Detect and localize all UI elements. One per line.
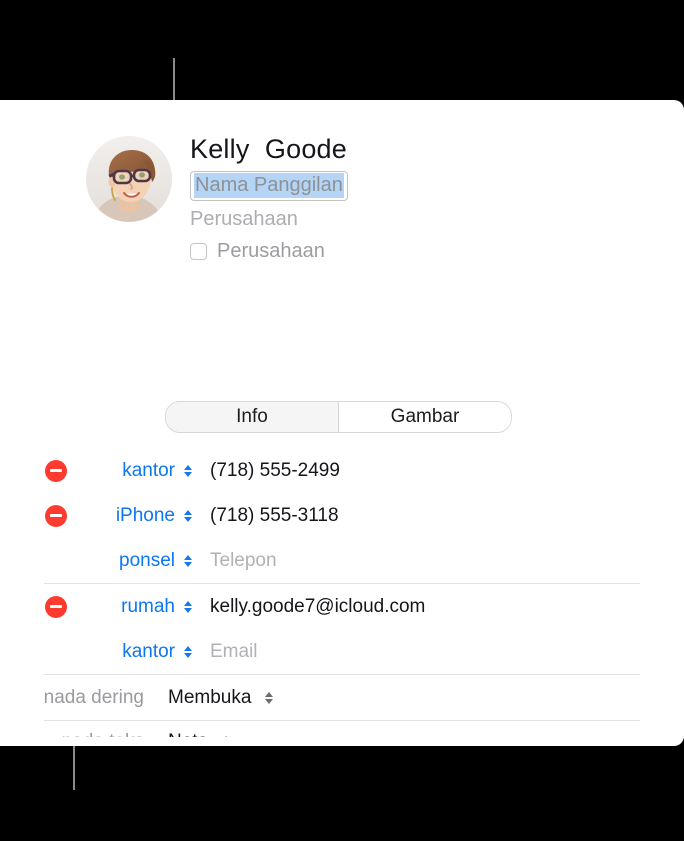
contact-editor-window: Kelly Goode Nama Panggilan Perusahaan Pe… — [0, 100, 684, 746]
table-row[interactable]: nada dering Membuka — [0, 675, 684, 720]
tab-info[interactable]: Info — [166, 402, 339, 432]
chevron-updown-icon[interactable] — [216, 735, 236, 737]
field-value-email-2[interactable]: Email — [210, 641, 258, 663]
field-label-rumah-email[interactable]: rumah — [78, 596, 178, 618]
name-block: Kelly Goode Nama Panggilan Perusahaan Pe… — [190, 132, 610, 263]
delete-field-icon[interactable] — [45, 459, 67, 482]
field-label-kantor-phone[interactable]: kantor — [78, 460, 178, 482]
nickname-input[interactable]: Nama Panggilan — [190, 171, 348, 201]
field-value-ringtone[interactable]: Membuka — [168, 687, 251, 709]
field-label-kantor-email[interactable]: kantor — [78, 641, 178, 663]
delete-field-icon[interactable] — [45, 504, 67, 527]
segmented-tab-bar: Info Gambar — [165, 401, 512, 433]
table-row[interactable]: kantor Email — [0, 629, 684, 674]
delete-slot[interactable] — [34, 459, 78, 482]
tab-info-label: Info — [236, 406, 268, 427]
contact-name: Kelly Goode — [190, 134, 347, 164]
chevron-updown-icon[interactable] — [178, 600, 198, 613]
field-label-texttone: nada teks — [0, 731, 144, 738]
company-checkbox[interactable] — [190, 242, 207, 260]
chevron-updown-icon[interactable] — [178, 464, 198, 477]
table-row-clipped[interactable]: nada teks Nota — [0, 721, 684, 737]
chevron-updown-icon[interactable] — [178, 645, 198, 658]
field-value-texttone[interactable]: Nota — [168, 731, 208, 738]
table-row[interactable]: rumah kelly.goode7@icloud.com — [0, 584, 684, 629]
company-checkbox-label: Perusahaan — [217, 240, 325, 262]
field-value-phone-2[interactable]: (718) 555-3118 — [210, 505, 339, 527]
company-checkbox-row[interactable]: Perusahaan — [190, 239, 610, 263]
field-label-iphone[interactable]: iPhone — [78, 505, 178, 527]
company-input[interactable]: Perusahaan — [190, 207, 610, 232]
nickname-input-text: Nama Panggilan — [194, 173, 344, 198]
field-label-ringtone: nada dering — [43, 686, 144, 708]
field-label-ponsel[interactable]: ponsel — [78, 550, 178, 572]
chevron-updown-icon[interactable] — [259, 691, 279, 704]
avatar[interactable] — [86, 136, 172, 222]
chevron-updown-icon[interactable] — [178, 554, 198, 567]
chevron-updown-icon[interactable] — [178, 509, 198, 522]
table-row[interactable]: ponsel Telepon — [0, 538, 684, 583]
field-value-email-1[interactable]: kelly.goode7@icloud.com — [210, 596, 425, 618]
delete-field-icon[interactable] — [45, 595, 67, 618]
delete-slot[interactable] — [34, 504, 78, 527]
table-row[interactable]: kantor (718) 555-2499 — [0, 448, 684, 493]
field-value-phone-1[interactable]: (718) 555-2499 — [210, 460, 340, 482]
field-value-phone-3[interactable]: Telepon — [210, 550, 277, 572]
tab-gambar-label: Gambar — [390, 406, 460, 427]
table-row[interactable]: iPhone (718) 555-3118 — [0, 493, 684, 538]
contact-fields-list[interactable]: kantor (718) 555-2499 iPhone (718) 555-3… — [0, 448, 684, 746]
contact-header: Kelly Goode Nama Panggilan Perusahaan Pe… — [0, 100, 684, 280]
tab-gambar[interactable]: Gambar — [339, 402, 511, 432]
delete-slot[interactable] — [34, 595, 78, 618]
table-row[interactable]: nada teks Nota — [0, 721, 684, 737]
